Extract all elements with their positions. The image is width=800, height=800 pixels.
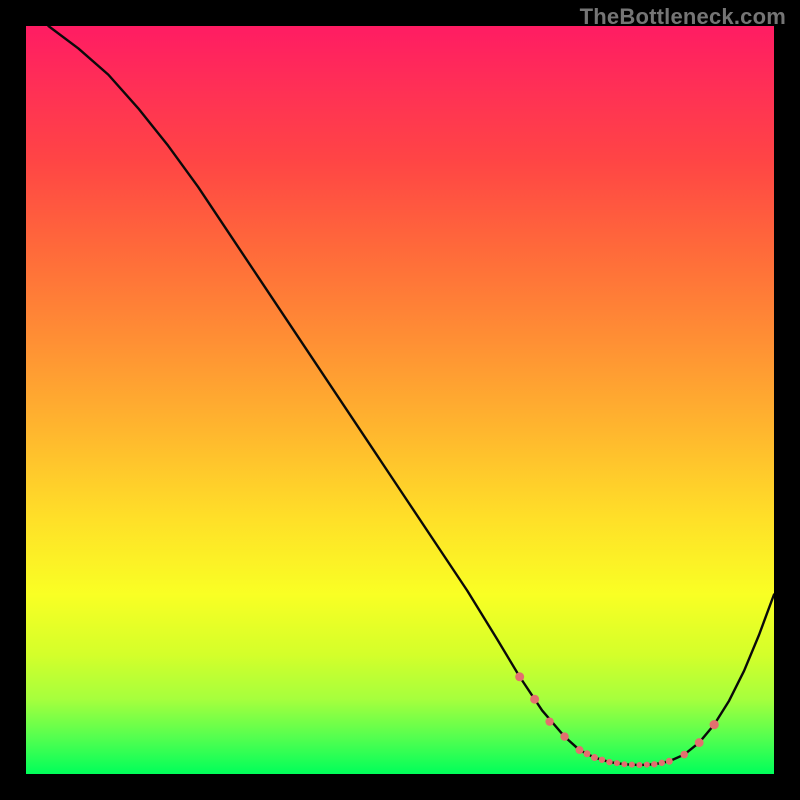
marker-point <box>695 738 704 747</box>
marker-point <box>591 754 598 761</box>
marker-point <box>584 750 591 757</box>
marker-group <box>515 672 719 768</box>
marker-point <box>636 762 642 768</box>
marker-point <box>710 720 719 729</box>
marker-point <box>644 762 650 768</box>
marker-point <box>606 759 612 765</box>
marker-point <box>621 761 627 767</box>
marker-point <box>666 758 673 765</box>
marker-point <box>614 760 620 766</box>
chart-stage: TheBottleneck.com <box>0 0 800 800</box>
bottleneck-curve <box>48 26 774 765</box>
marker-point <box>629 762 635 768</box>
watermark-brand: TheBottleneck.com <box>580 4 786 30</box>
marker-point <box>680 751 688 759</box>
marker-point <box>599 757 605 763</box>
marker-point <box>545 717 553 725</box>
marker-point <box>530 695 539 704</box>
marker-point <box>651 761 657 767</box>
marker-point <box>659 760 665 766</box>
chart-svg-layer <box>26 26 774 774</box>
marker-point <box>576 746 584 754</box>
marker-point <box>560 732 568 740</box>
marker-point <box>515 672 524 681</box>
